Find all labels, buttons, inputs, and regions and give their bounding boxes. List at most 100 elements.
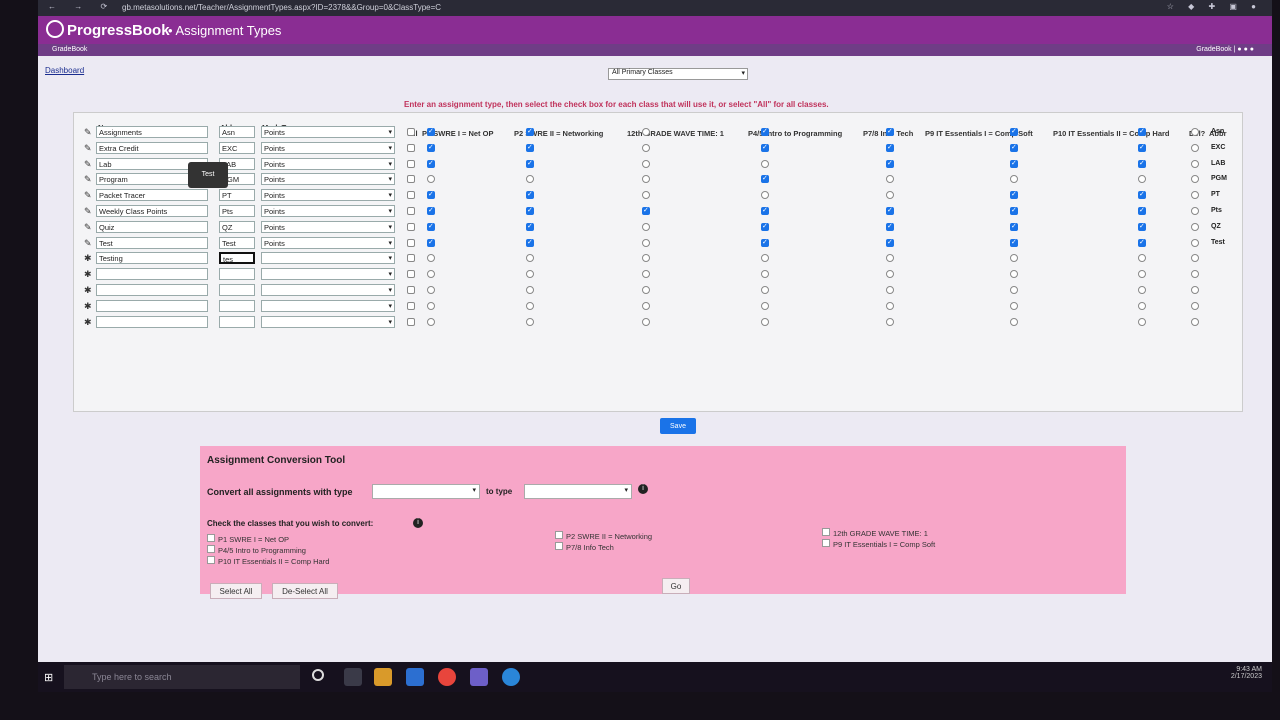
abbr-input[interactable]: PT xyxy=(219,189,255,202)
mark-type-select[interactable]: Points ▾ xyxy=(261,189,395,202)
mark-type-select[interactable]: Points ▾ xyxy=(261,220,395,233)
class-checkbox[interactable] xyxy=(1010,317,1018,326)
mark-type-select[interactable]: Points ▾ xyxy=(261,236,395,249)
all-classes-checkbox[interactable] xyxy=(407,143,415,152)
windows-start-icon[interactable]: ⊞ xyxy=(44,671,56,684)
class-checkbox[interactable] xyxy=(886,143,894,152)
class-checkbox[interactable] xyxy=(427,222,435,231)
class-checkbox[interactable] xyxy=(1138,301,1146,310)
teams-icon[interactable] xyxy=(406,668,424,686)
mark-type-select[interactable]: Points ▾ xyxy=(261,126,395,138)
convert-class-p45[interactable]: P4/5 Intro to Programming xyxy=(207,545,306,555)
class-checkbox[interactable] xyxy=(761,238,769,247)
name-input[interactable]: Assignments xyxy=(96,126,208,138)
all-classes-checkbox[interactable] xyxy=(407,175,415,184)
class-checkbox[interactable] xyxy=(761,159,769,168)
class-checkbox[interactable] xyxy=(1010,175,1018,184)
all-classes-checkbox[interactable] xyxy=(407,128,415,136)
name-input[interactable]: Weekly Class Points xyxy=(96,205,208,217)
edit-icon[interactable]: ✎ xyxy=(84,190,92,201)
class-checkbox[interactable] xyxy=(886,317,894,326)
mark-type-select[interactable]: Points ▾ xyxy=(261,141,395,154)
mark-type-select[interactable]: ▾ xyxy=(261,299,395,312)
class-checkbox[interactable] xyxy=(1138,127,1146,136)
class-checkbox[interactable] xyxy=(526,190,534,200)
class-checkbox[interactable] xyxy=(427,206,435,215)
convert-class-p2[interactable]: P2 SWRE II = Networking xyxy=(555,531,652,541)
edit-icon[interactable]: ✎ xyxy=(84,206,92,217)
delete-checkbox[interactable] xyxy=(1191,270,1199,279)
checkbox[interactable] xyxy=(555,542,563,550)
address-bar[interactable]: gb.metasolutions.net/Teacher/AssignmentT… xyxy=(122,3,441,12)
class-checkbox[interactable] xyxy=(427,159,435,168)
help-icon[interactable]: ● xyxy=(1250,46,1254,53)
class-checkbox[interactable] xyxy=(526,317,534,326)
edit-icon[interactable]: ✎ xyxy=(84,174,92,185)
class-checkbox[interactable] xyxy=(761,222,769,231)
class-checkbox[interactable] xyxy=(761,254,769,263)
checkbox[interactable] xyxy=(555,531,563,539)
class-checkbox[interactable] xyxy=(427,254,435,263)
class-checkbox[interactable] xyxy=(886,238,894,247)
class-checkbox[interactable] xyxy=(1010,143,1018,152)
edit-icon[interactable]: ✎ xyxy=(84,159,92,170)
class-checkbox[interactable] xyxy=(526,206,534,215)
name-input[interactable] xyxy=(96,268,208,281)
convert-class-12th[interactable]: 12th GRADE WAVE TIME: 1 xyxy=(822,528,928,538)
class-checkbox[interactable] xyxy=(1010,254,1018,263)
class-checkbox[interactable] xyxy=(427,270,435,279)
class-checkbox[interactable] xyxy=(526,222,534,231)
class-checkbox[interactable] xyxy=(642,159,650,168)
delete-checkbox[interactable] xyxy=(1191,175,1199,184)
class-checkbox[interactable] xyxy=(1138,143,1146,152)
edit-icon[interactable]: ✎ xyxy=(84,238,92,249)
all-classes-checkbox[interactable] xyxy=(407,270,415,279)
delete-checkbox[interactable] xyxy=(1191,254,1199,263)
class-checkbox[interactable] xyxy=(642,317,650,326)
class-checkbox[interactable] xyxy=(526,238,534,247)
delete-checkbox[interactable] xyxy=(1191,143,1199,152)
class-checkbox[interactable] xyxy=(642,222,650,231)
class-checkbox[interactable] xyxy=(427,286,435,294)
class-checkbox[interactable] xyxy=(761,127,769,136)
class-checkbox[interactable] xyxy=(1138,175,1146,184)
class-checkbox[interactable] xyxy=(642,191,650,200)
class-checkbox[interactable] xyxy=(427,127,435,136)
class-checkbox[interactable] xyxy=(642,238,650,247)
convert-class-p9[interactable]: P9 IT Essentials I = Comp Soft xyxy=(822,539,935,549)
class-checkbox[interactable] xyxy=(886,206,894,215)
checkbox[interactable] xyxy=(207,534,215,542)
bell-icon[interactable]: ● xyxy=(1237,46,1241,53)
class-checkbox[interactable] xyxy=(886,191,894,200)
class-checkbox[interactable] xyxy=(886,127,894,136)
class-checkbox[interactable] xyxy=(1010,238,1018,247)
all-classes-checkbox[interactable] xyxy=(407,207,415,215)
class-checkbox[interactable] xyxy=(1010,127,1018,136)
edge-icon[interactable] xyxy=(502,668,520,686)
checkbox[interactable] xyxy=(822,539,830,547)
class-checkbox[interactable] xyxy=(1138,286,1146,294)
class-checkbox[interactable] xyxy=(427,301,435,310)
class-checkbox[interactable] xyxy=(642,128,650,136)
class-checkbox[interactable] xyxy=(761,191,769,200)
class-checkbox[interactable] xyxy=(1010,190,1018,200)
chrome-icon[interactable] xyxy=(438,668,456,686)
class-checkbox[interactable] xyxy=(526,143,534,152)
class-checkbox[interactable] xyxy=(761,206,769,215)
class-checkbox[interactable] xyxy=(642,270,650,279)
class-checkbox[interactable] xyxy=(526,270,534,279)
mark-type-select[interactable]: Points ▾ xyxy=(261,157,395,170)
all-classes-checkbox[interactable] xyxy=(407,222,415,231)
deselect-all-button[interactable]: De-Select All xyxy=(272,583,338,599)
class-checkbox[interactable] xyxy=(642,254,650,263)
class-checkbox[interactable] xyxy=(642,206,650,215)
class-checkbox[interactable] xyxy=(427,175,435,184)
class-checkbox[interactable] xyxy=(1138,270,1146,279)
abbr-input[interactable] xyxy=(219,315,255,328)
convert-class-p1[interactable]: P1 SWRE I = Net OP xyxy=(207,534,289,544)
convert-class-p78[interactable]: P7/8 Info Tech xyxy=(555,542,614,552)
abbr-input[interactable] xyxy=(219,268,255,281)
taskbar-clock[interactable]: 9:43 AM 2/17/2023 xyxy=(1231,666,1262,680)
user-icon[interactable]: ● xyxy=(1244,46,1248,53)
class-checkbox[interactable] xyxy=(761,317,769,326)
